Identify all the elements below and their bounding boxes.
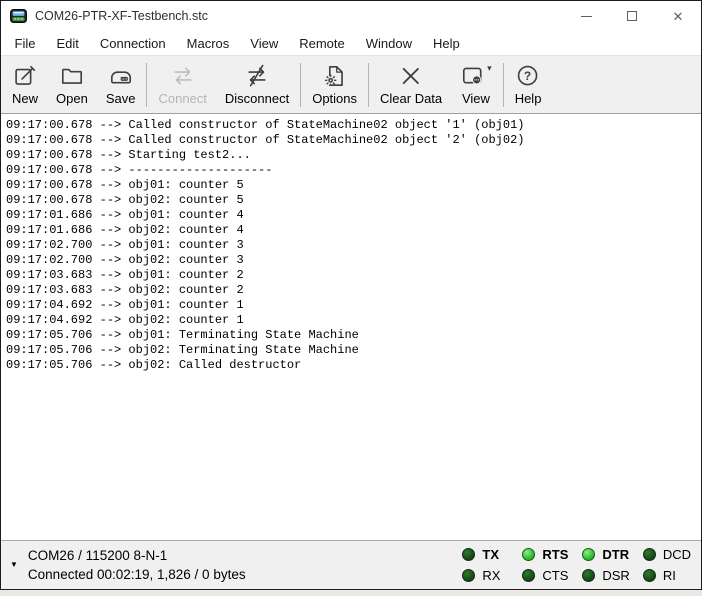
window-controls: ✕ (563, 1, 701, 31)
rts-led-icon (522, 548, 535, 561)
terminal-line: 09:17:02.700 --> obj02: counter 3 (6, 253, 701, 268)
disconnect-icon (244, 63, 270, 89)
clear-data-button[interactable]: Clear Data (371, 58, 451, 112)
view-window-icon (460, 63, 486, 89)
clear-data-icon (398, 63, 424, 89)
terminal-line: 09:17:00.678 --> Starting test2... (6, 148, 701, 163)
terminal-line: 09:17:05.706 --> obj02: Called destructo… (6, 358, 701, 373)
terminal-line: 09:17:04.692 --> obj01: counter 1 (6, 298, 701, 313)
led-ri: RI (643, 568, 691, 583)
status-text: COM26 / 115200 8-N-1 Connected 00:02:19,… (28, 546, 246, 585)
options-button[interactable]: Options (303, 58, 366, 112)
help-icon: ? (515, 63, 541, 89)
terminal-line: 09:17:03.683 --> obj01: counter 2 (6, 268, 701, 283)
disconnect-button[interactable]: Disconnect (216, 58, 298, 112)
app-icon (10, 9, 27, 23)
tx-led-icon (462, 548, 475, 561)
terminal-line: 09:17:03.683 --> obj02: counter 2 (6, 283, 701, 298)
terminal-line: 09:17:00.678 --> Called constructor of S… (6, 133, 701, 148)
menu-connection[interactable]: Connection (89, 36, 176, 51)
toolbar-separator (146, 63, 147, 107)
minimize-button[interactable] (563, 1, 609, 31)
dtr-led-icon (582, 548, 595, 561)
new-button[interactable]: New (3, 58, 47, 112)
toolbar-separator (503, 63, 504, 107)
maximize-icon (627, 11, 637, 21)
terminal-line: 09:17:00.678 --> obj01: counter 5 (6, 178, 701, 193)
menu-bar: File Edit Connection Macros View Remote … (1, 31, 701, 55)
terminal-line: 09:17:00.678 --> Called constructor of S… (6, 118, 701, 133)
led-dcd: DCD (643, 547, 691, 562)
terminal-line: 09:17:04.692 --> obj02: counter 1 (6, 313, 701, 328)
toolbar-separator (368, 63, 369, 107)
ri-led-icon (643, 569, 656, 582)
close-button[interactable]: ✕ (655, 1, 701, 31)
menu-help[interactable]: Help (423, 36, 471, 51)
rx-led-icon (462, 569, 475, 582)
maximize-button[interactable] (609, 1, 655, 31)
new-document-icon (12, 63, 38, 89)
options-gear-icon (322, 63, 348, 89)
title-bar[interactable]: COM26-PTR-XF-Testbench.stc ✕ (1, 1, 701, 31)
menu-remote[interactable]: Remote (289, 36, 356, 51)
close-icon: ✕ (673, 10, 684, 23)
save-icon (108, 63, 134, 89)
open-button[interactable]: Open (47, 58, 97, 112)
serial-line-indicators: TX RX RTS CTS DTR DSR DCD RI (462, 544, 691, 586)
dcd-led-icon (643, 548, 656, 561)
menu-file[interactable]: File (4, 36, 46, 51)
open-folder-icon (59, 63, 85, 89)
led-dtr: DTR (582, 547, 629, 562)
led-dsr: DSR (582, 568, 629, 583)
app-window: COM26-PTR-XF-Testbench.stc ✕ File Edit C… (0, 0, 702, 590)
menu-macros[interactable]: Macros (176, 36, 240, 51)
terminal-line: 09:17:05.706 --> obj02: Terminating Stat… (6, 343, 701, 358)
status-bar: ▼ COM26 / 115200 8-N-1 Connected 00:02:1… (1, 540, 701, 589)
dsr-led-icon (582, 569, 595, 582)
window-title: COM26-PTR-XF-Testbench.stc (35, 9, 208, 23)
status-connection-info: Connected 00:02:19, 1,826 / 0 bytes (28, 565, 246, 585)
led-cts: CTS (522, 568, 569, 583)
terminal-line: 09:17:01.686 --> obj01: counter 4 (6, 208, 701, 223)
led-tx: TX (462, 547, 509, 562)
toolbar: New Open Save Connect (1, 55, 701, 114)
menu-window[interactable]: Window (355, 36, 422, 51)
status-dropdown-toggle[interactable]: ▼ (10, 561, 18, 569)
toolbar-separator (300, 63, 301, 107)
terminal-line: 09:17:02.700 --> obj01: counter 3 (6, 238, 701, 253)
menu-view[interactable]: View (240, 36, 289, 51)
status-port-info: COM26 / 115200 8-N-1 (28, 546, 246, 566)
menu-edit[interactable]: Edit (46, 36, 89, 51)
save-button[interactable]: Save (97, 58, 145, 112)
terminal-line: 09:17:05.706 --> obj01: Terminating Stat… (6, 328, 701, 343)
dropdown-caret-icon: ▾ (487, 64, 492, 73)
minimize-icon (581, 16, 592, 17)
terminal-line: 09:17:00.678 --> obj02: counter 5 (6, 193, 701, 208)
led-rts: RTS (522, 547, 569, 562)
connect-button[interactable]: Connect (149, 58, 215, 112)
help-button[interactable]: ? Help (506, 58, 551, 112)
terminal-line: 09:17:01.686 --> obj02: counter 4 (6, 223, 701, 238)
terminal-output[interactable]: 09:17:00.678 --> Called constructor of S… (1, 114, 701, 540)
connect-icon (170, 63, 196, 89)
view-button[interactable]: ▾ View (451, 58, 501, 112)
terminal-line: 09:17:00.678 --> -------------------- (6, 163, 701, 178)
desktop-below-window (0, 590, 702, 596)
led-rx: RX (462, 568, 509, 583)
cts-led-icon (522, 569, 535, 582)
svg-text:?: ? (524, 69, 531, 83)
